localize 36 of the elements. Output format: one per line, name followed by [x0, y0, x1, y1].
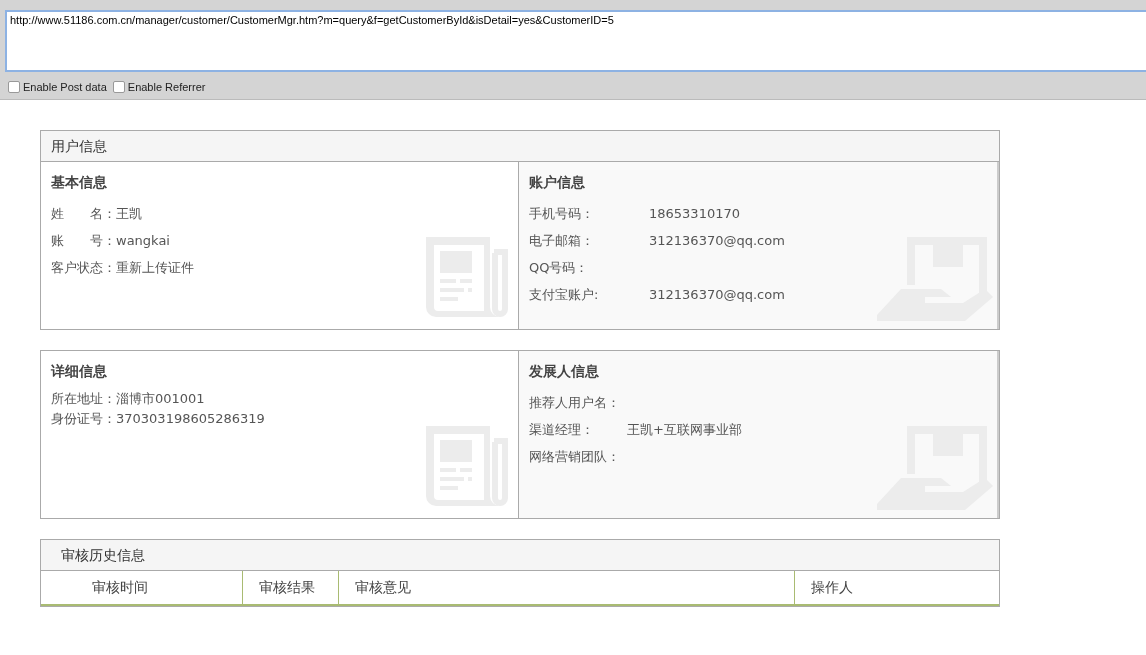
field-value: 重新上传证件: [116, 259, 194, 277]
section-heading: 详细信息: [51, 363, 108, 381]
field-value: 王凯+互联网事业部: [627, 421, 742, 439]
checkbox-label: Enable Post data: [23, 81, 107, 93]
field-label: 渠道经理：: [529, 421, 595, 439]
column-header: 审核结果: [242, 571, 338, 604]
field-label: QQ号码：: [529, 259, 590, 277]
field-label: 电子邮箱：: [529, 232, 595, 250]
field-label: 手机号码：: [529, 205, 595, 223]
field-value: wangkai: [116, 232, 170, 250]
field-value: 王凯: [116, 205, 142, 223]
checkbox[interactable]: [112, 81, 125, 93]
panel-title: 审核历史信息: [41, 540, 999, 571]
field-label: 网络营销团队：: [529, 448, 621, 466]
url-field[interactable]: http://www.51186.com.cn/manager/customer/CustomerMgr.htm?m=query&f=getCustomerById&isDetail=yes&CustomerID=5: [5, 10, 1146, 72]
field-value: 淄博市001001: [116, 390, 205, 408]
section-heading: 账户信息: [529, 174, 586, 192]
field-label: 所在地址：: [51, 390, 116, 408]
checkbox-label: Enable Referrer: [127, 81, 206, 93]
field-value: 312136370@qq.com: [649, 232, 785, 250]
column-header: 操作人: [794, 571, 999, 604]
field-label: 推荐人用户名：: [529, 394, 621, 412]
field-label: 账 号：: [51, 232, 116, 250]
column-header: 审核时间: [91, 578, 149, 597]
field-label: 客户状态：: [51, 259, 116, 277]
field-label: 支付宝账户:: [529, 286, 600, 304]
checkbox[interactable]: [8, 81, 20, 93]
field-value: 18653310170: [649, 205, 740, 223]
field-value: 370303198605286319: [116, 410, 265, 428]
field-value: 312136370@qq.com: [649, 286, 785, 304]
panel-title: 用户信息: [41, 131, 999, 162]
field-label: 姓 名：: [51, 205, 116, 223]
section-heading: 基本信息: [51, 174, 108, 192]
field-label: 身份证号：: [51, 410, 116, 428]
column-header: 审核意见: [338, 571, 794, 604]
section-heading: 发展人信息: [529, 363, 600, 381]
